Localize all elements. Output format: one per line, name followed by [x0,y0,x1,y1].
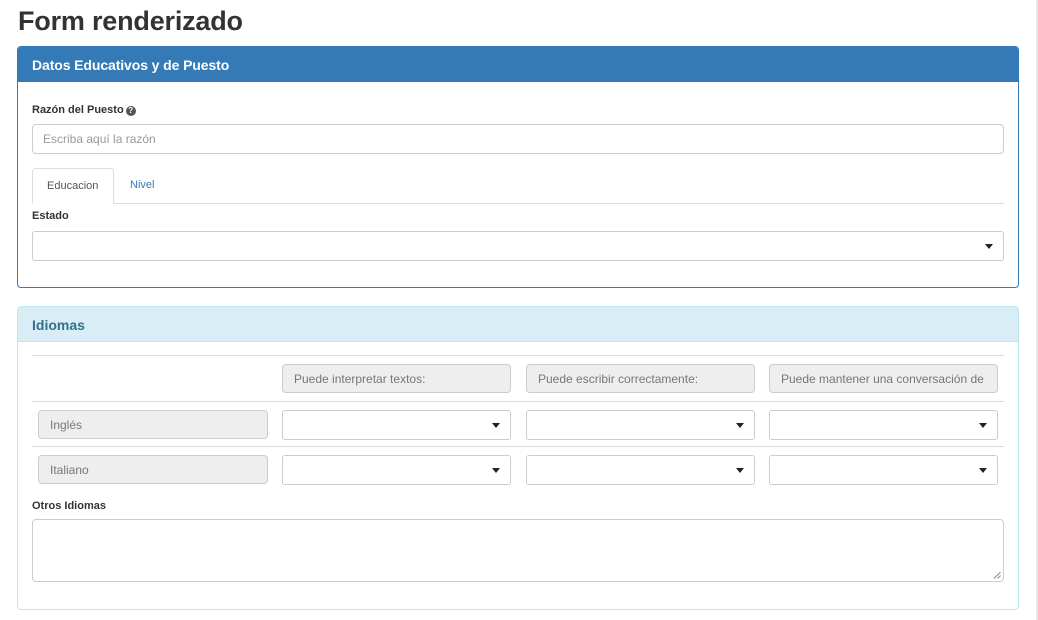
caret-down-icon [736,423,744,428]
column-header-interpret: Puede interpretar textos: [282,364,511,393]
state-label: Estado [32,210,69,222]
language-name-italiano: Italiano [38,455,268,484]
tab-nivel[interactable]: Nivel [116,168,168,204]
reason-label: Razón del Puesto? [32,104,136,116]
caret-down-icon [736,468,744,473]
select-italiano-write[interactable] [526,455,755,485]
column-header-conversation: Puede mantener una conversación de [769,364,998,393]
select-ingles-conversation[interactable] [769,410,998,440]
resize-grip-icon[interactable] [993,571,1001,579]
state-select[interactable] [32,231,1004,261]
caret-down-icon [979,468,987,473]
education-panel: Datos Educativos y de Puesto Razón del P… [17,46,1019,288]
select-italiano-conversation[interactable] [769,455,998,485]
language-name-ingles: Inglés [38,410,268,439]
select-italiano-interpret[interactable] [282,455,511,485]
table-divider [32,401,1004,402]
page-title: Form renderizado [18,6,243,36]
caret-down-icon [979,423,987,428]
other-languages-textarea[interactable] [32,519,1004,582]
education-panel-header: Datos Educativos y de Puesto [18,47,1018,82]
languages-panel-header: Idiomas [18,307,1018,342]
caret-down-icon [492,423,500,428]
languages-panel: Idiomas Puede interpretar textos: Puede … [17,306,1019,610]
reason-label-text: Razón del Puesto [32,104,124,116]
table-divider [32,446,1004,447]
column-header-write: Puede escribir correctamente: [526,364,755,393]
other-languages-label: Otros Idiomas [32,500,106,512]
question-circle-icon[interactable]: ? [125,106,136,116]
table-divider [32,355,1004,356]
education-tabs: Educacion Nivel [32,168,1004,204]
select-ingles-write[interactable] [526,410,755,440]
reason-input[interactable] [32,124,1004,154]
caret-down-icon [492,468,500,473]
caret-down-icon [985,244,993,249]
tab-educacion[interactable]: Educacion [32,168,114,204]
select-ingles-interpret[interactable] [282,410,511,440]
